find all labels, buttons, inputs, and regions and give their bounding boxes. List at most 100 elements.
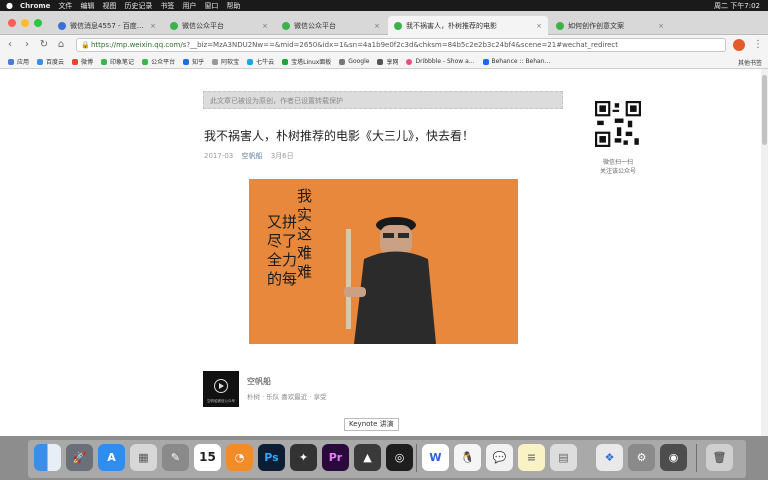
address-bar[interactable]: 🔒 https://mp.weixin.qq.com/s?__biz=MzA3N… [76,38,726,52]
account-card[interactable]: 空帆船微信公众号 空帆船 朴树 · 乐队 喜欢最近 · 享受 [203,371,563,411]
bookmark-label: 百度云 [46,59,65,66]
apple-icon[interactable]: ● [6,1,14,10]
page-scrollbar[interactable] [761,69,768,436]
tab-label: 微信公众平台 [182,21,224,30]
bookmark-aruanbao[interactable]: 阿软宝 [212,57,239,66]
menu-bookmarks[interactable]: 书签 [160,1,174,11]
tab-creative-copy[interactable]: 如何创作创意文案 × [550,16,670,35]
zhihu-icon [183,58,190,65]
app-icon-orange[interactable]: ◔ [226,444,253,471]
bookmark-apps[interactable]: 应用 [8,57,29,66]
puzzle-icon[interactable]: ✦ [290,444,317,471]
article-meta: 2017-03 空帆船 3月6日 [204,151,300,161]
site-icon [377,58,384,65]
system-tool-icon[interactable]: ✎ [162,444,189,471]
calendar-icon[interactable]: 15 [194,444,221,471]
hard-disk-icon[interactable]: ◉ [660,444,687,471]
tab-baidu-search[interactable]: 微信消息4557 - 百度搜索 × [52,16,162,35]
tab-close-icon[interactable]: × [658,22,664,30]
bookmark-mp-platform[interactable]: 公众平台 [142,57,175,66]
google-icon [339,58,346,65]
reload-icon[interactable]: ↻ [37,38,51,52]
back-icon[interactable]: ‹ [3,38,17,52]
bookmark-evernote[interactable]: 印象笔记 [101,57,134,66]
bookmark-label: 公众平台 [151,59,176,66]
extension-icon[interactable] [733,39,745,51]
bookmark-label: Google [348,58,370,65]
meta-author-link[interactable]: 空帆船 [241,152,262,160]
behance-icon [482,58,489,65]
dock-separator [416,444,417,472]
zoom-window-icon[interactable] [34,19,42,27]
home-icon[interactable]: ⌂ [54,38,68,52]
menu-history[interactable]: 历史记录 [124,1,152,11]
weibo-icon [72,58,79,65]
bookmark-label: 宝塔Linux面板 [291,59,332,66]
play-icon [214,379,228,393]
menu-app-name[interactable]: Chrome [20,2,50,10]
bookmark-google[interactable]: Google [339,58,369,65]
image-viewer-icon[interactable]: ▤ [550,444,577,471]
minimize-window-icon[interactable] [21,19,29,27]
bookmark-weibo[interactable]: 微博 [72,57,93,66]
tab-close-icon[interactable]: × [262,22,268,30]
wps-icon[interactable]: W [422,444,449,471]
app-store-icon[interactable]: A [98,444,125,471]
bookmark-dribbble[interactable]: Dribbble - Show a... [406,58,475,65]
notes-icon[interactable]: ≡ [518,444,545,471]
menu-file[interactable]: 文件 [58,1,72,11]
quicktime-icon[interactable]: ◎ [386,444,413,471]
tab-wechat-platform-1[interactable]: 微信公众平台 × [164,16,274,35]
bookmark-label: 阿软宝 [221,59,240,66]
menu-people[interactable]: 用户 [182,1,196,11]
bookmark-bt-panel[interactable]: 宝塔Linux面板 [282,57,331,66]
tab-wechat-platform-2[interactable]: 微信公众平台 × [276,16,386,35]
meta-date: 3月6日 [270,152,294,160]
menu-view[interactable]: 视图 [102,1,116,11]
trash-icon[interactable]: 🗑 [706,444,733,471]
qr-caption: 微信扫一扫 关注该公众号 [592,158,644,176]
keynote-icon[interactable]: ▲ [354,444,381,471]
scrollbar-thumb[interactable] [762,75,767,145]
bookmark-xiangwang[interactable]: 享网 [377,57,398,66]
menu-window[interactable]: 窗口 [204,1,218,11]
bookmark-behance[interactable]: Behance :: Behan... [482,58,550,65]
tab-label: 我不祸害人，朴树推荐的电影 [406,21,497,30]
qr-caption-line1: 微信扫一扫 [602,159,633,166]
premiere-icon[interactable]: Pr [322,444,349,471]
wechat-favicon-icon [282,21,290,30]
menubar-clock[interactable]: 周二 下午7:02 [714,1,760,11]
wechat-icon[interactable]: 💬 [486,444,513,471]
tab-article-active[interactable]: 我不祸害人，朴树推荐的电影 × [388,16,548,35]
menu-edit[interactable]: 编辑 [80,1,94,11]
forward-icon[interactable]: › [20,38,34,52]
bookmark-label: 印象笔记 [110,59,135,66]
tab-close-icon[interactable]: × [536,22,542,30]
bookmark-label: 微博 [81,59,94,66]
bookmark-zhihu[interactable]: 知乎 [183,57,204,66]
qq-icon[interactable]: 🐧 [454,444,481,471]
menu-dots-icon[interactable]: ⋮ [751,38,765,52]
app-chain-icon[interactable]: ❖ [596,444,623,471]
finder-icon[interactable] [34,444,61,471]
menu-help[interactable]: 帮助 [226,1,240,11]
bookmarks-bar: 应用 百度云 微博 印象笔记 公众平台 知乎 阿软宝 七牛云 宝塔Linux面板… [0,55,768,69]
system-prefs-icon[interactable]: ⚙ [628,444,655,471]
preview-icon[interactable]: ▦ [130,444,157,471]
account-avatar[interactable]: 空帆船微信公众号 [203,371,239,407]
launchpad-icon[interactable]: 🚀 [66,444,93,471]
tab-close-icon[interactable]: × [374,22,380,30]
bt-panel-icon [282,58,289,65]
menu-bar: ● Chrome 文件 编辑 视图 历史记录 书签 用户 窗口 帮助 周二 下午… [0,0,768,11]
article-cover-image: 我实这难难 又拼尽了全力的每 [249,179,518,344]
bookmark-qiniu[interactable]: 七牛云 [247,57,274,66]
other-bookmarks[interactable]: 其他书签 [738,58,762,67]
account-name[interactable]: 空帆船 [247,376,271,387]
dock-tooltip: Keynote 讲演 [344,418,399,431]
photoshop-icon[interactable]: Ps [258,444,285,471]
close-window-icon[interactable] [8,19,16,27]
dribbble-icon [406,58,413,65]
tab-close-icon[interactable]: × [150,22,156,30]
bookmark-baidu-cloud[interactable]: 百度云 [37,57,64,66]
baidu-favicon-icon [58,21,66,30]
